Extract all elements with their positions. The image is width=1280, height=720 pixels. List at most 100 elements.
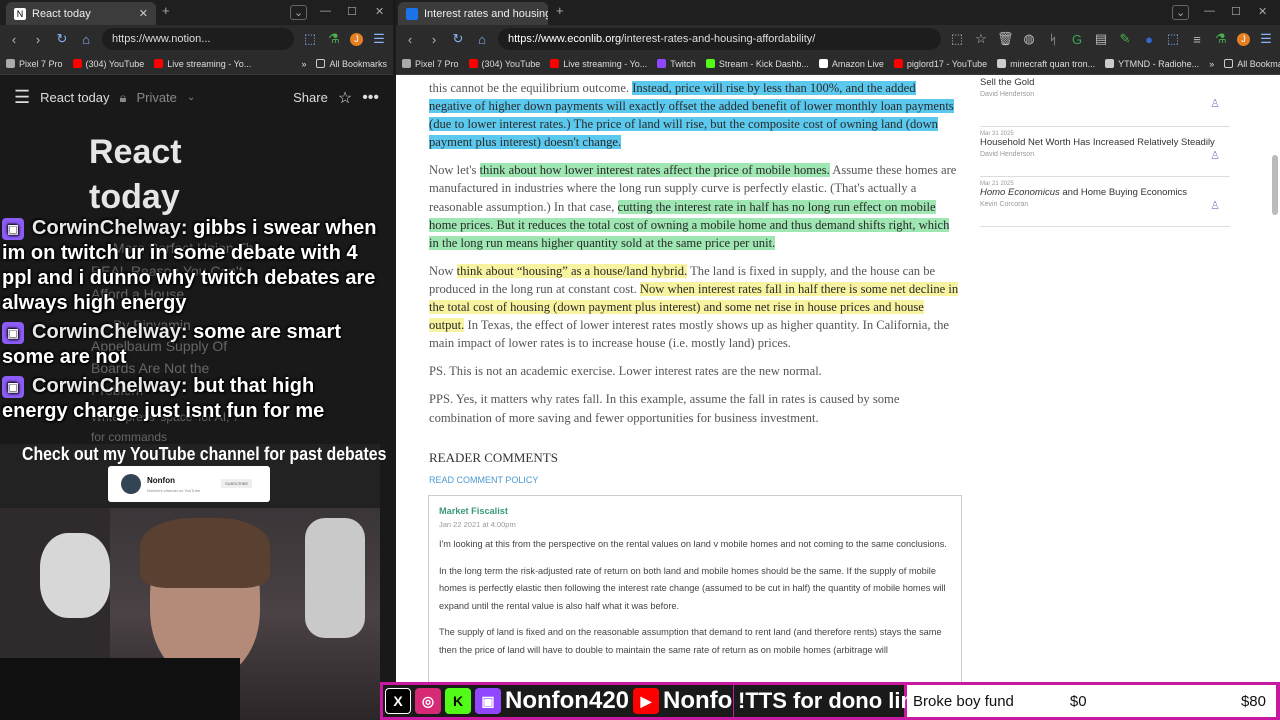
maximize-icon[interactable]: ☐ <box>347 5 357 18</box>
notion-breadcrumb[interactable]: React today <box>40 90 109 105</box>
window-close-icon[interactable]: ✕ <box>375 5 384 18</box>
highlight-yellow: think about “housing” as a house/land hy… <box>456 263 688 278</box>
amazon-icon <box>818 59 828 68</box>
related-post[interactable]: Mar 21 2025 Homo Economicus and Home Buy… <box>980 177 1230 227</box>
privacy-label[interactable]: Private <box>136 90 176 105</box>
maximize-icon[interactable]: ☐ <box>1231 5 1241 18</box>
minimize-icon[interactable]: — <box>320 5 331 17</box>
article-body: this cannot be the equilibrium outcome. … <box>429 75 961 489</box>
tab-search-icon[interactable]: ⌄ <box>290 5 308 20</box>
folder-icon <box>316 59 326 68</box>
paragraph-3: Now think about “housing” as a house/lan… <box>429 263 959 351</box>
globe-icon[interactable]: ◍ <box>1021 31 1037 47</box>
back-icon[interactable]: ‹ <box>6 32 22 47</box>
doc-icon[interactable]: ▤ <box>1093 31 1109 47</box>
tab-react-today[interactable]: N React today ✕ <box>6 2 156 25</box>
chat-message: ▣ CorwinChelway: gibbs i swear when im on… <box>2 217 377 314</box>
ext-icon[interactable]: ᛋ <box>1045 32 1061 47</box>
kick-icon <box>705 59 715 68</box>
bookmark-youtube[interactable]: (304) YouTube <box>72 59 144 69</box>
home-icon[interactable]: ⌂ <box>78 32 94 47</box>
all-bookmarks[interactable]: All Bookmarks <box>316 59 387 69</box>
tab-label: Interest rates and housing affo <box>424 7 548 20</box>
sidebar-toggle-icon[interactable]: ☰ <box>14 87 30 108</box>
bookmark-pixel[interactable]: Pixel 7 Pro <box>402 59 459 69</box>
left-address-bar[interactable]: https://www.notion... <box>102 28 294 50</box>
stream-chat-overlay: ▣ CorwinChelway: gibbs i swear when im on… <box>2 216 382 428</box>
url-path: /interest-rates-and-housing-affordabilit… <box>621 33 816 45</box>
channel-name: Nonfon <box>147 476 175 485</box>
back-icon[interactable]: ‹ <box>402 32 418 47</box>
twitch-icon: ▣ <box>475 688 501 714</box>
minimize-icon[interactable]: — <box>1204 5 1215 17</box>
instagram-icon: ◎ <box>415 688 441 714</box>
extension-icon[interactable]: ⬚ <box>1165 31 1181 47</box>
all-bookmarks[interactable]: All Bookmarks <box>1224 59 1280 69</box>
flask-icon[interactable]: ⚗ <box>1213 31 1229 47</box>
comment-policy-link[interactable]: READ COMMENT POLICY <box>429 471 961 489</box>
comment-author[interactable]: Market Fiscalist <box>439 504 951 518</box>
chat-message: ▣ CorwinChelway: some are smart some are … <box>2 321 342 368</box>
subscribe-button: SUBSCRIBE <box>221 479 253 488</box>
forward-icon[interactable]: › <box>30 32 46 47</box>
bookmark-minecraft[interactable]: minecraft quan tron... <box>997 59 1095 69</box>
notion-icon: N <box>14 7 26 20</box>
tab-econlib[interactable]: Interest rates and housing affo ✕ <box>398 2 548 25</box>
close-icon[interactable]: ✕ <box>139 7 148 20</box>
webcam-hair <box>140 518 270 588</box>
related-post[interactable]: Mar 31 2025 Household Net Worth Has Incr… <box>980 127 1230 177</box>
trash-icon[interactable]: 🗑︎ <box>997 31 1014 47</box>
webcam-figure <box>305 518 365 638</box>
circle-icon[interactable]: ● <box>1141 32 1157 47</box>
bookmark-live-streaming[interactable]: Live streaming - Yo... <box>550 59 647 69</box>
media-icon[interactable]: ≡ <box>1189 32 1205 47</box>
new-tab-icon[interactable]: + <box>556 3 564 18</box>
menu-icon[interactable]: ☰ <box>371 31 387 47</box>
bookmark-piglord[interactable]: piglord17 - YouTube <box>893 59 987 69</box>
share-button[interactable]: Share <box>293 90 328 105</box>
forward-icon[interactable]: › <box>426 32 442 47</box>
page-title[interactable]: React today <box>89 130 182 220</box>
profile-avatar-icon[interactable]: J <box>1237 32 1250 46</box>
home-icon[interactable]: ⌂ <box>474 32 490 47</box>
right-address-bar[interactable]: https://www.econlib.org/interest-rates-a… <box>498 28 941 50</box>
kick-icon: K <box>445 688 471 714</box>
tab-search-icon[interactable]: ⌄ <box>1172 5 1190 20</box>
grammarly-icon[interactable]: G <box>1069 32 1085 47</box>
bookmark-ribbon-icon[interactable]: ♙ <box>1210 149 1220 162</box>
bookmarks-overflow-icon[interactable]: » <box>1209 59 1214 69</box>
related-post[interactable]: Sell the Gold David Henderson ♙ <box>980 75 1230 127</box>
reload-icon[interactable]: ↻ <box>54 31 70 47</box>
bookmark-star-icon[interactable]: ☆ <box>973 31 989 47</box>
extension-icon[interactable]: ⬚ <box>302 31 318 47</box>
bookmark-ribbon-icon[interactable]: ♙ <box>1210 97 1220 110</box>
bookmark-ytmnd[interactable]: YTMND - Radiohe... <box>1105 59 1199 69</box>
pen-icon[interactable]: ✎ <box>1117 31 1133 47</box>
reload-icon[interactable]: ↻ <box>450 31 466 47</box>
window-close-icon[interactable]: ✕ <box>1258 5 1267 18</box>
comment-paragraph: I'm looking at this from the perspective… <box>439 539 947 549</box>
post-author: David Henderson <box>980 91 1035 98</box>
profile-avatar-icon[interactable]: J <box>350 32 363 46</box>
bookmark-ribbon-icon[interactable]: ♙ <box>1210 199 1220 212</box>
more-icon[interactable]: ••• <box>362 89 379 107</box>
page-scrollbar[interactable] <box>1272 155 1278 215</box>
comment-paragraph: The supply of land is fixed and on the r… <box>439 627 942 655</box>
bookmark-youtube[interactable]: (304) YouTube <box>468 59 540 69</box>
twitch-icon: ▣ <box>2 321 24 344</box>
flask-icon[interactable]: ⚗ <box>326 31 342 47</box>
bookmark-pixel[interactable]: Pixel 7 Pro <box>6 59 63 69</box>
menu-icon[interactable]: ☰ <box>1258 31 1274 47</box>
new-tab-icon[interactable]: + <box>162 3 170 18</box>
bookmark-twitch[interactable]: Twitch <box>657 59 696 69</box>
bookmark-live-streaming[interactable]: Live streaming - Yo... <box>154 59 251 69</box>
youtube-icon <box>893 59 903 68</box>
youtube-channel-card: Nonfon Nonfon's channel on YouTube SUBSC… <box>108 466 270 502</box>
bookmark-kick[interactable]: Stream - Kick Dashb... <box>705 59 809 69</box>
star-icon[interactable]: ☆ <box>338 88 352 108</box>
reader-comments-heading: READER COMMENTS <box>429 449 558 465</box>
bookmarks-overflow-icon[interactable]: » <box>301 59 306 69</box>
bookmark-amazon[interactable]: Amazon Live <box>818 59 884 69</box>
bookmark-icon <box>402 59 411 68</box>
install-icon[interactable]: ⬚ <box>949 31 965 47</box>
